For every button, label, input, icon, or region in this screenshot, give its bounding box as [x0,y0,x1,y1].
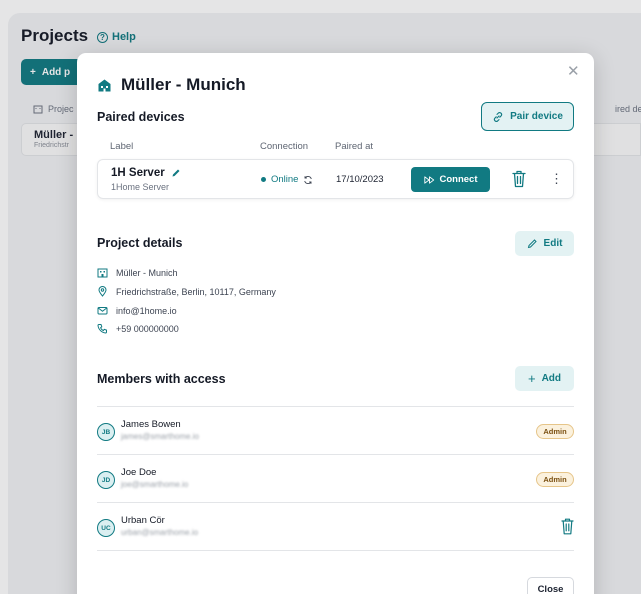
detail-address-text: Friedrichstraße, Berlin, 10117, Germany [116,286,276,297]
member-name: James Bowen [121,419,181,430]
edit-button[interactable]: Edit [515,231,574,256]
device-name-cell: 1H Server [111,167,181,179]
member-email: urban@smarthome.io [121,528,199,537]
column-connection: Connection [260,141,309,152]
column-paired-at: Paired at [335,141,374,152]
project-details-title: Project details [97,236,183,250]
connection-status-text: Online [271,174,299,185]
member-row: JB James Bowen james@smarthome.io Admin [97,406,574,454]
detail-project-name-text: Müller - Munich [116,267,178,278]
pencil-icon[interactable] [171,168,181,178]
avatar: UC [97,519,115,537]
close-icon[interactable]: ✕ [567,64,580,79]
pair-device-button[interactable]: Pair device [481,102,574,131]
paired-devices-title: Paired devices [97,110,185,124]
device-name: 1H Server [111,167,165,179]
location-pin-icon [98,286,107,297]
mail-icon [97,307,108,315]
online-dot-icon [261,177,266,182]
phone-icon [97,324,107,334]
avatar: JD [97,471,115,489]
house-icon [98,79,111,91]
paired-at-date: 17/10/2023 [336,174,384,185]
link-icon [493,111,503,122]
detail-address: Friedrichstraße, Berlin, 10117, Germany [97,286,276,297]
detail-email-text: info@1home.io [116,305,177,316]
project-modal: ✕ Müller - Munich Paired devices Pair de… [77,53,594,594]
pair-device-label: Pair device [510,111,563,122]
connect-button[interactable]: Connect [411,167,490,192]
member-email: james@smarthome.io [121,432,199,441]
avatar: JB [97,423,115,441]
divider [97,550,574,551]
members-title: Members with access [97,372,226,386]
member-name: Joe Doe [121,467,157,478]
refresh-icon[interactable] [303,175,313,185]
modal-title-text: Müller - Munich [121,75,246,94]
detail-project-name: Müller - Munich [97,267,178,278]
close-button[interactable]: Close [527,577,574,594]
building-icon [97,268,108,278]
member-row: UC Urban Cör urban@smarthome.io [97,502,574,550]
fast-forward-icon [423,175,434,184]
role-badge: Admin [536,424,574,439]
modal-title: Müller - Munich [97,75,246,95]
add-member-button[interactable]: + Add [515,366,574,391]
connection-status: Online [261,174,313,185]
detail-phone-text: +59 000000000 [116,323,179,334]
connect-label: Connect [439,174,478,185]
more-options-icon[interactable]: ⋮ [550,172,563,185]
detail-phone: +59 000000000 [97,323,179,334]
member-email: joe@smarthome.io [121,480,189,489]
edit-label: Edit [543,238,563,249]
detail-email: info@1home.io [97,305,177,316]
trash-icon[interactable] [512,170,526,188]
member-name: Urban Cör [121,515,165,526]
add-member-label: Add [541,373,562,384]
role-badge: Admin [536,472,574,487]
member-row: JD Joe Doe joe@smarthome.io Admin [97,454,574,502]
device-type: 1Home Server [111,182,170,192]
plus-icon: + [527,371,536,386]
device-row: 1H Server 1Home Server Online 17/10/2023… [97,159,574,199]
column-label: Label [110,141,134,152]
pencil-icon [527,239,537,249]
trash-icon[interactable] [561,518,574,535]
